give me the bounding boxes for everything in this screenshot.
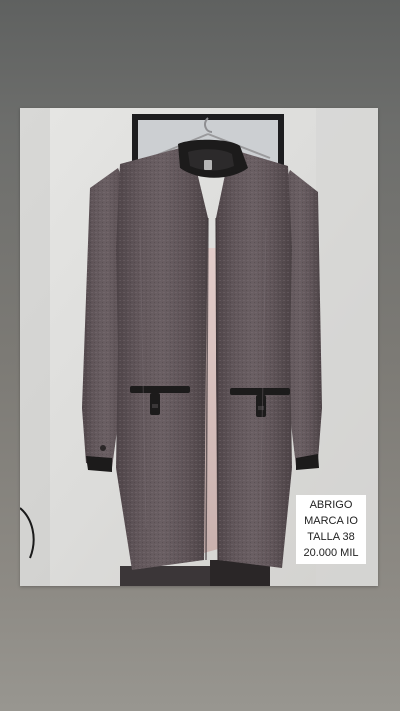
caption-line-item: ABRIGO [309, 499, 353, 511]
right-pocket-trim [230, 388, 290, 395]
left-pocket-trim [130, 386, 190, 393]
caption-line-size: TALLA 38 [307, 531, 355, 543]
caption-line-price: 20.000 MIL [303, 547, 359, 559]
caption-line-brand: MARCA IO [304, 515, 358, 527]
price-caption: ABRIGO MARCA IO TALLA 38 20.000 MIL [296, 495, 366, 564]
story-background: ABRIGO MARCA IO TALLA 38 20.000 MIL [0, 0, 400, 711]
